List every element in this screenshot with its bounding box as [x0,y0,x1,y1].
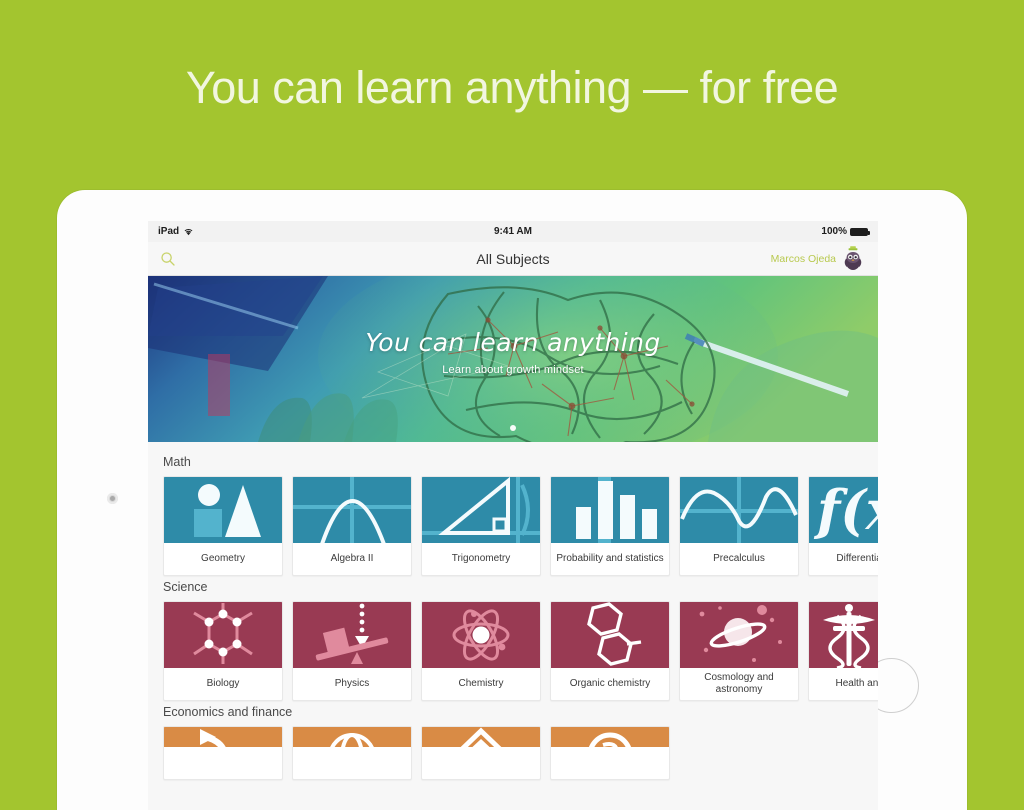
subject-label: Biology [206,677,240,689]
banner-title: You can learn anything [365,328,661,357]
hexagon-rings-icon [551,602,669,668]
subject-label: Health and me [835,677,878,689]
econ-circle-icon [551,727,669,747]
section-label-science: Science [163,580,208,594]
caduceus-icon [809,602,878,668]
econ-arrow-icon [164,727,282,747]
subject-label: Precalculus [713,552,765,564]
status-right: 100% [821,226,870,237]
nav-title: All Subjects [476,250,550,267]
status-time: 9:41 AM [494,226,532,237]
card-row-science[interactable]: Biology Physics Chemistry Organic chemis… [148,601,878,701]
front-camera-icon [107,493,118,504]
subject-label: Physics [334,677,370,689]
banner-subtitle: Learn about growth mindset [442,364,584,376]
card-row-economics[interactable] [148,726,878,780]
subject-card-econ-3[interactable] [421,726,541,780]
promo-banner[interactable]: You can learn anything Learn about growt… [148,276,878,442]
owl-avatar[interactable] [840,245,866,272]
sine-wave-icon [680,477,798,543]
atom-icon [422,602,540,668]
subject-label: Trigonometry [451,552,511,564]
subject-label: Probability and statistics [556,552,664,564]
subject-card-health-and-medicine[interactable]: Health and me [808,601,878,701]
battery-full-icon [850,227,870,236]
subject-card-biology[interactable]: Biology [163,601,283,701]
econ-globe-icon [293,727,411,747]
subject-card-physics[interactable]: Physics [292,601,412,701]
status-bar: iPad 9:41 AM 100% [148,221,878,242]
search-icon[interactable] [160,251,176,267]
subject-card-trigonometry[interactable]: Trigonometry [421,476,541,576]
ipad-screen: iPad 9:41 AM 100% All Subjects Marcos Oj… [148,221,878,810]
bar-chart-icon [551,477,669,543]
svg-text:f(x: f(x [813,478,878,542]
parabola-icon [293,477,411,543]
user-menu[interactable]: Marcos Ojeda [770,245,866,272]
subject-label [422,747,540,779]
subject-label [293,747,411,779]
user-name-label: Marcos Ojeda [770,252,836,265]
subject-card-probability-and-statistics[interactable]: Probability and statistics [550,476,670,576]
ipad-device: iPad 9:41 AM 100% All Subjects Marcos Oj… [57,190,967,810]
subject-label: Differential cal [836,552,878,564]
subject-label [551,747,669,779]
subject-label: Organic chemistry [569,677,651,689]
subject-card-chemistry[interactable]: Chemistry [421,601,541,701]
function-notation-icon: f(x [809,477,878,543]
subject-label [164,747,282,779]
subject-card-geometry[interactable]: Geometry [163,476,283,576]
subject-card-cosmology-and-astronomy[interactable]: Cosmology and astronomy [679,601,799,701]
section-label-economics: Economics and finance [163,705,293,719]
section-science: Science Biology Physics Chemistry Organi… [148,576,878,701]
card-row-math[interactable]: Geometry Algebra II Trigonometry Probabi… [148,476,878,576]
molecule-icon [164,602,282,668]
section-label-math: Math [163,455,191,469]
subject-card-organic-chemistry[interactable]: Organic chemistry [550,601,670,701]
subject-card-precalculus[interactable]: Precalculus [679,476,799,576]
subject-label: Cosmology and astronomy [704,671,774,696]
subject-card-econ-1[interactable] [163,726,283,780]
page-title: You can learn anything — for free [185,62,839,113]
right-triangle-icon [422,477,540,543]
lever-icon [293,602,411,668]
navigation-bar: All Subjects Marcos Ojeda [148,242,878,276]
subject-label: Geometry [201,552,245,564]
subject-card-differential-calculus[interactable]: f(x Differential cal [808,476,878,576]
subjects-content: Math Geometry Algebra II Trigonometry Pr… [148,442,878,780]
subject-label: Algebra II [330,552,374,564]
section-economics-and-finance: Economics and finance [148,701,878,780]
subject-card-algebra-ii[interactable]: Algebra II [292,476,412,576]
econ-diamond-icon [422,727,540,747]
banner-text: You can learn anything Learn about growt… [148,328,878,376]
banner-pager[interactable] [148,425,878,431]
subject-card-econ-2[interactable] [292,726,412,780]
planet-icon [680,602,798,668]
subject-card-econ-4[interactable] [550,726,670,780]
subject-label: Chemistry [458,677,504,689]
pager-dot-active[interactable] [510,425,516,431]
geometry-icon [164,477,282,543]
battery-percent-label: 100% [821,226,847,237]
section-math: Math Geometry Algebra II Trigonometry Pr… [148,451,878,576]
